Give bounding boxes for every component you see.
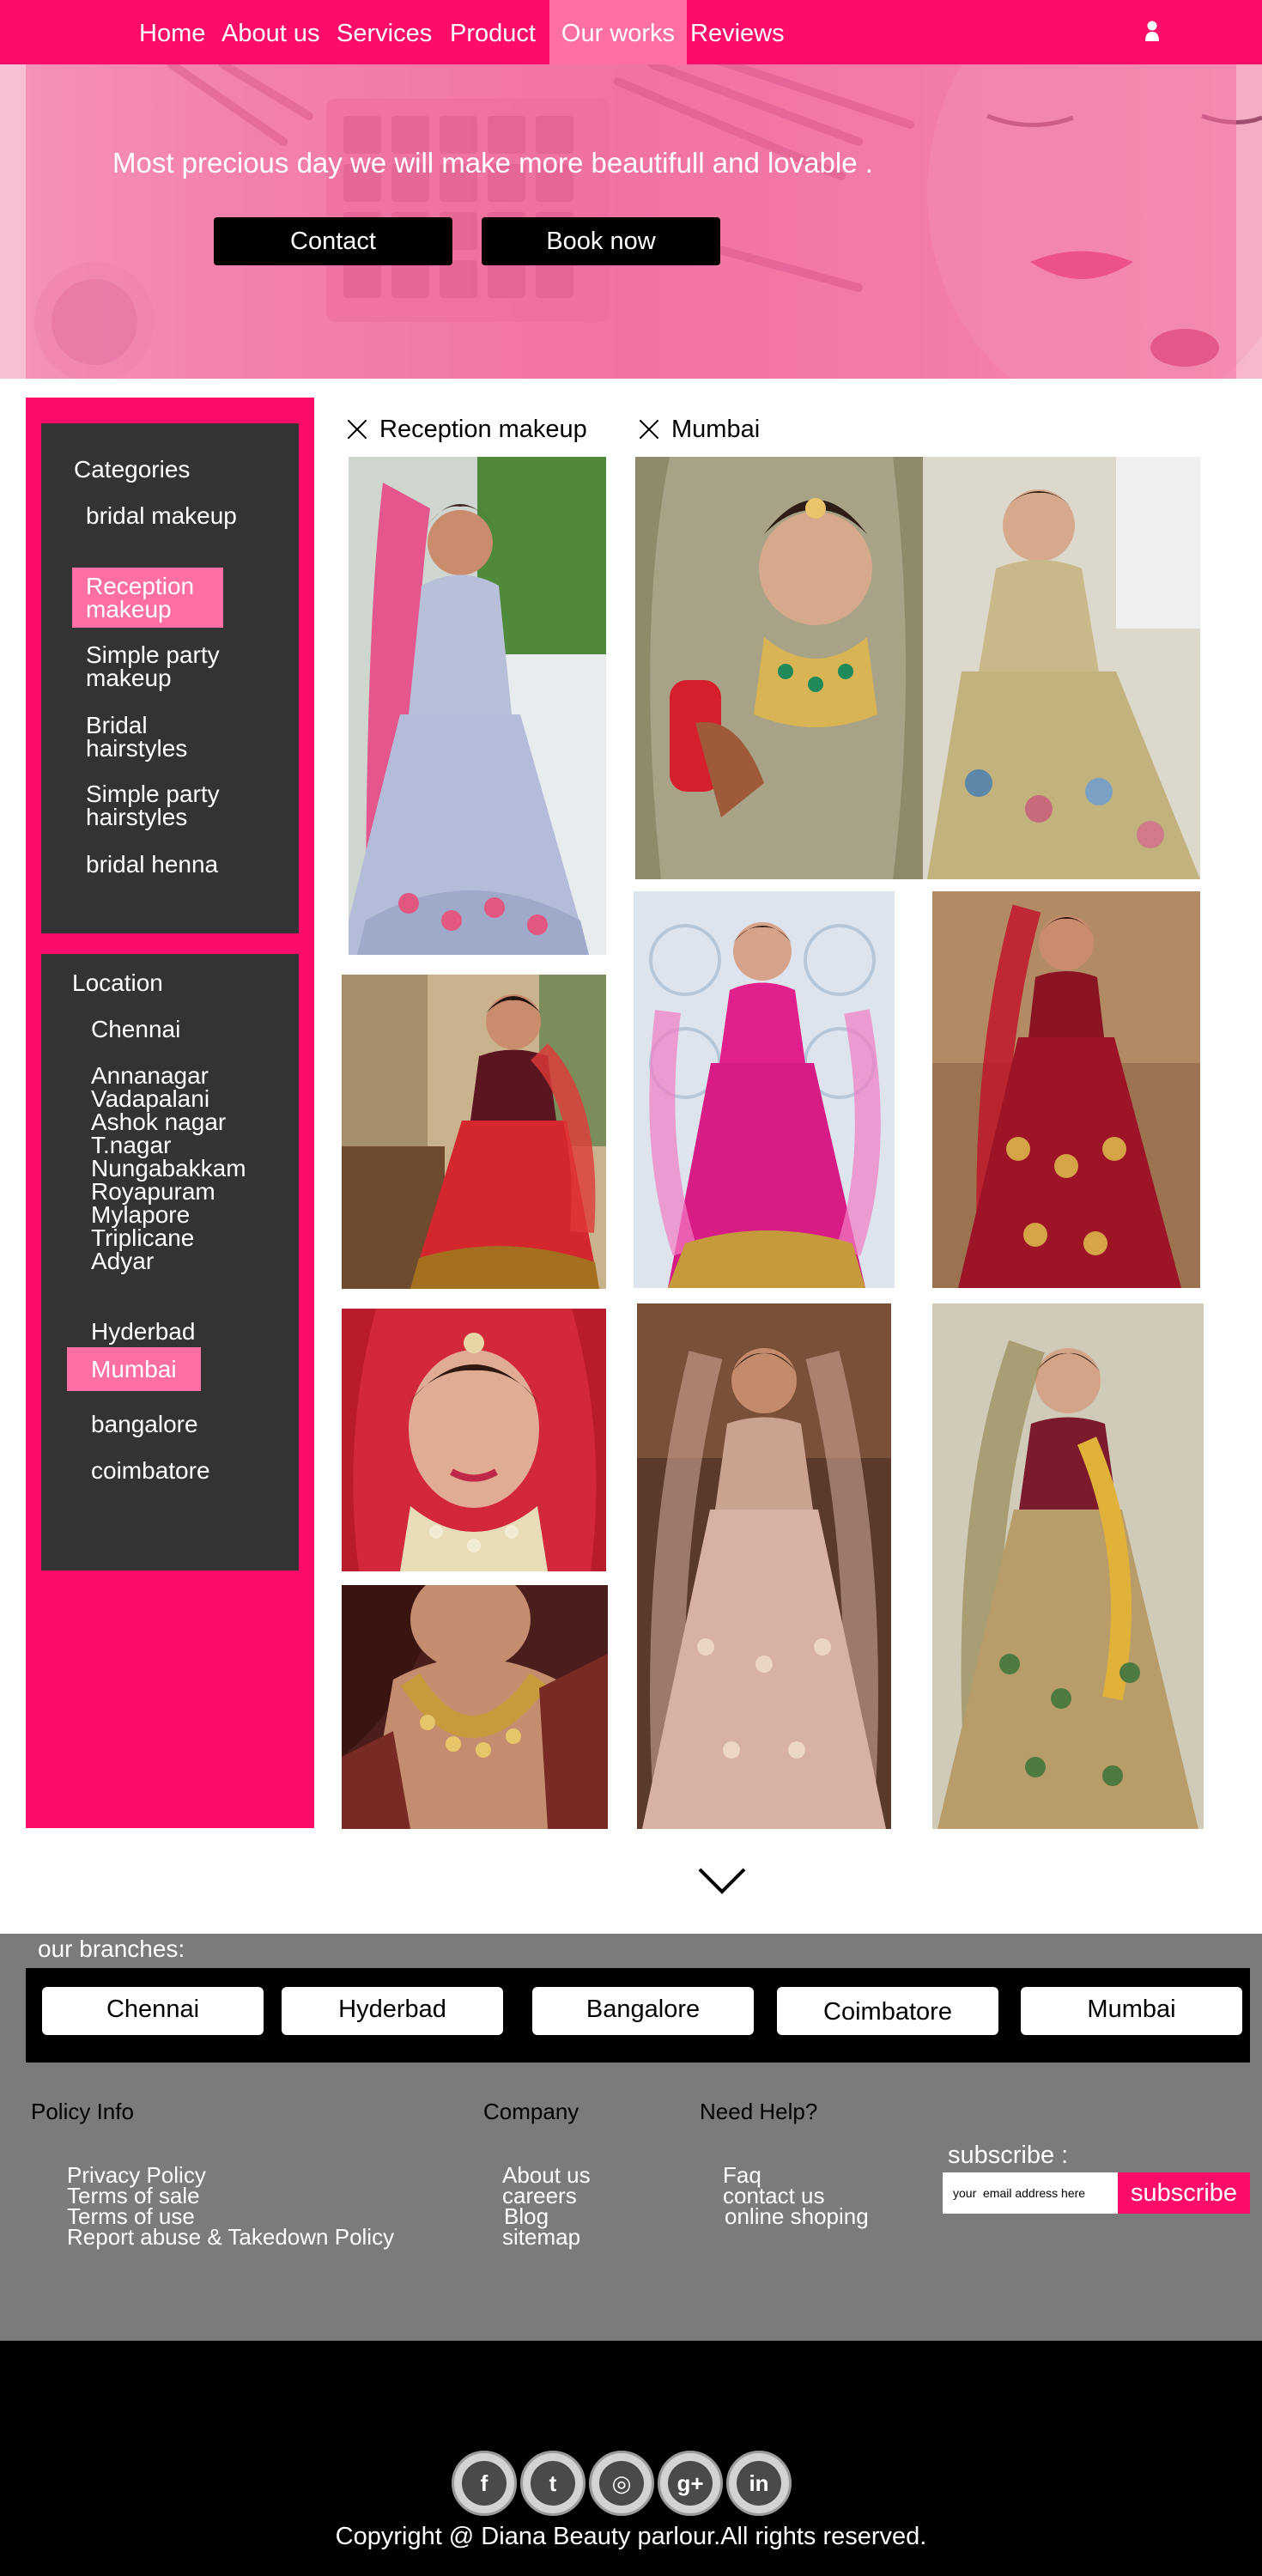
categories-panel: Categories bridal makeup Reception makeu… [41,423,299,933]
branches-title: our branches: [38,1935,185,1962]
category-bridal-henna[interactable]: bridal henna [86,853,237,877]
location-chennai[interactable]: Chennai [91,1018,180,1042]
nav-our-works[interactable]: Our works [549,0,687,64]
twitter-icon[interactable]: t [520,2451,585,2516]
nav-home[interactable]: Home [139,0,205,64]
social-glyph: f [462,2461,507,2506]
subscribe-label: subscribe : [948,2142,1069,2169]
location-annanagar[interactable]: Annanagar [91,1064,209,1088]
categories-title: Categories [74,456,191,483]
policy-info-heading: Policy Info [31,2099,134,2124]
gallery-photo-bride-portrait-red-dupatta[interactable] [342,1309,606,1571]
gallery-photo-bride-necklace-closeup[interactable] [342,1585,608,1829]
filter-chip-label: Mumbai [671,416,761,443]
branch-button-chennai[interactable]: Chennai [42,1987,264,2035]
google-plus-icon[interactable]: g+ [658,2451,723,2516]
gallery-photo-bride-maroon-lehenga[interactable] [932,891,1200,1288]
close-icon[interactable] [347,418,367,439]
hero-title: Most precious day we will make more beau… [112,147,873,179]
nav-reviews[interactable]: Reviews [690,0,785,64]
location-royapuram[interactable]: Royapuram [91,1180,215,1204]
online-shoping-link[interactable]: online shoping [725,2205,869,2227]
close-icon[interactable] [639,418,659,439]
category-simple-party-makeup[interactable]: Simple party makeup [86,643,237,690]
report-abuse-link[interactable]: Report abuse & Takedown Policy [67,2226,394,2248]
gallery-photo-bride-jewelled-closeup[interactable] [635,457,1200,879]
nav-services[interactable]: Services [337,0,432,64]
subscribe-button[interactable]: subscribe [1118,2172,1250,2214]
category-simple-party-hairstyles[interactable]: Simple party hairstyles [86,782,237,829]
location-adyar[interactable]: Adyar [91,1249,154,1273]
location-mylapore[interactable]: Mylapore [91,1203,190,1227]
social-glyph: ◎ [599,2461,644,2506]
instagram-icon[interactable]: ◎ [589,2451,654,2516]
location-panel: Location Chennai Annanagar Vadapalani As… [41,954,299,1571]
chevron-down-icon[interactable] [697,1865,747,1896]
linkedin-icon[interactable]: in [726,2451,792,2516]
user-icon[interactable] [1140,19,1164,45]
location-bangalore[interactable]: bangalore [91,1413,198,1437]
book-now-button[interactable]: Book now [482,217,720,265]
category-reception-makeup[interactable]: Reception makeup [72,568,223,628]
branch-button-mumbai[interactable]: Mumbai [1021,1987,1242,2035]
social-glyph: t [531,2461,575,2506]
filter-sidebar: Categories bridal makeup Reception makeu… [26,398,314,1828]
branch-button-hyderbad[interactable]: Hyderbad [282,1987,503,2035]
location-vadapalani[interactable]: Vadapalani [91,1087,209,1111]
gallery-photo-bride-olive-lehenga[interactable] [932,1303,1204,1829]
top-navbar: Home About us Services Product Our works… [0,0,1262,64]
sitemap-link[interactable]: sitemap [502,2226,580,2248]
nav-about-us[interactable]: About us [221,0,319,64]
branch-button-coimbatore[interactable]: Coimbatore [777,1987,998,2035]
gallery-photo-bride-lilac-lehenga[interactable] [349,457,606,955]
contact-button[interactable]: Contact [214,217,452,265]
location-coimbatore[interactable]: coimbatore [91,1459,210,1483]
email-input[interactable] [943,2172,1118,2214]
location-mumbai[interactable]: Mumbai [67,1347,201,1391]
copyright-text: Copyright @ Diana Beauty parlour.All rig… [335,2523,927,2550]
category-bridal-hairstyles[interactable]: Bridal hairstyles [86,714,237,761]
location-nungabakkam[interactable]: Nungabakkam [91,1157,246,1181]
filter-chip-mumbai[interactable]: Mumbai [639,412,760,447]
nav-product[interactable]: Product [450,0,536,64]
filter-chip-label: Reception makeup [379,416,587,443]
filter-chip-reception-makeup[interactable]: Reception makeup [347,412,587,447]
need-help-heading: Need Help? [700,2099,818,2124]
gallery-photo-bride-pink-lehenga[interactable] [634,891,895,1288]
location-t-nagar[interactable]: T.nagar [91,1133,171,1157]
gallery-photo-bride-rose-gold-lehenga[interactable] [637,1303,891,1829]
social-glyph: in [737,2461,781,2506]
category-bridal-makeup[interactable]: bridal makeup [86,504,237,528]
location-ashok-nagar[interactable]: Ashok nagar [91,1110,226,1134]
hero-banner: Most precious day we will make more beau… [0,64,1262,379]
location-hyderbad[interactable]: Hyderbad [91,1320,195,1344]
facebook-icon[interactable]: f [452,2451,517,2516]
branch-button-bangalore[interactable]: Bangalore [532,1987,754,2035]
location-title: Location [72,969,163,996]
social-glyph: g+ [668,2461,713,2506]
location-triplicane[interactable]: Triplicane [91,1226,194,1250]
company-heading: Company [483,2099,579,2124]
gallery-photo-bride-red-lehenga[interactable] [342,975,606,1289]
